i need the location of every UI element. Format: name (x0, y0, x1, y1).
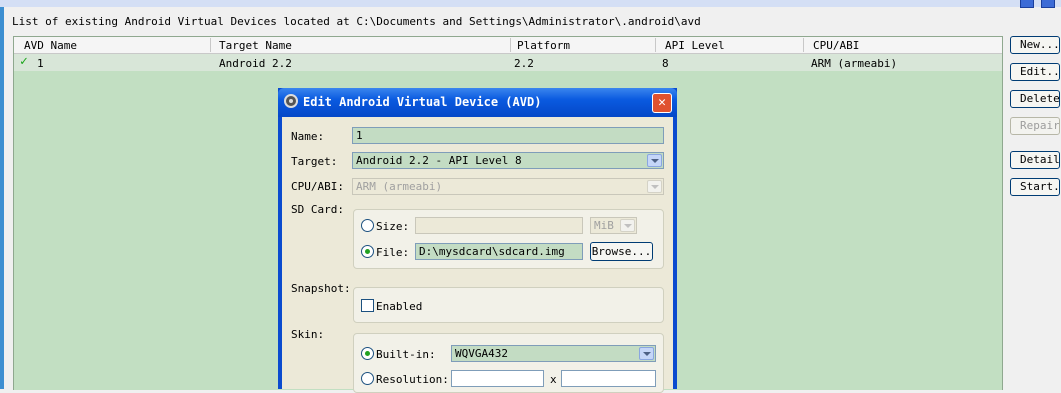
resolution-x-label: x (550, 373, 557, 386)
file-radio[interactable] (361, 245, 374, 258)
target-value: Android 2.2 - API Level 8 (356, 154, 522, 167)
dialog-title: Edit Android Virtual Device (AVD) (303, 95, 542, 109)
size-radio[interactable] (361, 219, 374, 232)
table-header: AVD Name Target Name Platform API Level … (14, 37, 1002, 54)
name-label: Name: (291, 130, 325, 143)
snapshot-enabled-label: Enabled (376, 300, 423, 313)
size-unit-value: MiB (594, 219, 614, 232)
column-header-api-level[interactable]: API Level (665, 39, 725, 52)
cell-api-level: 8 (662, 57, 669, 70)
chevron-down-icon[interactable] (639, 347, 654, 360)
minimize-icon[interactable] (1020, 0, 1034, 8)
snapshot-label: Snapshot: (291, 282, 351, 295)
column-header-target-name[interactable]: Target Name (219, 39, 292, 52)
builtin-skin-dropdown[interactable]: WQVGA432 (451, 345, 656, 362)
column-header-avd-name[interactable]: AVD Name (24, 39, 77, 52)
cell-platform: 2.2 (514, 57, 534, 70)
resolution-radio[interactable] (361, 372, 374, 385)
skin-group: Built-in: WQVGA432 Resolution: x (353, 333, 664, 393)
size-unit-dropdown[interactable]: MiB (590, 217, 637, 234)
gear-icon (284, 94, 298, 108)
cpu-abi-label: CPU/ABI: (291, 180, 344, 193)
sd-card-label: SD Card: (291, 203, 344, 216)
file-path-input[interactable]: D:\mysdcard\sdcard.img (415, 243, 583, 260)
target-label: Target: (291, 155, 338, 168)
snapshot-group: Enabled (353, 287, 664, 323)
builtin-radio[interactable] (361, 347, 374, 360)
title-bar-strip (0, 0, 1061, 8)
snapshot-enabled-checkbox[interactable] (361, 299, 374, 312)
repair-button[interactable]: Repair... (1010, 117, 1060, 135)
edit-avd-dialog: Edit Android Virtual Device (AVD) ✕ Name… (278, 88, 677, 393)
valid-check-icon: ✓ (20, 54, 28, 69)
name-field[interactable]: 1 (352, 127, 664, 144)
file-label: File: (376, 246, 410, 259)
browse-button[interactable]: Browse... (590, 242, 653, 261)
window-border (0, 7, 4, 389)
cpu-abi-dropdown[interactable]: ARM (armeabi) (352, 178, 664, 195)
cpu-abi-value: ARM (armeabi) (356, 180, 443, 193)
chevron-down-icon[interactable] (647, 154, 662, 167)
new-button[interactable]: New... (1010, 36, 1060, 54)
maximize-icon[interactable] (1041, 0, 1055, 8)
cell-avd-name: 1 (37, 57, 44, 70)
size-label: Size: (376, 220, 410, 233)
start-button[interactable]: Start... (1010, 178, 1060, 196)
resolution-label: Resolution: (376, 373, 449, 386)
dialog-body: Name: 1 Target: Android 2.2 - API Level … (282, 117, 673, 393)
size-input[interactable] (415, 217, 583, 234)
table-row[interactable]: ✓ 1 Android 2.2 2.2 8 ARM (armeabi) (14, 54, 1002, 71)
close-icon[interactable]: ✕ (652, 93, 672, 113)
avd-list-heading: List of existing Android Virtual Devices… (12, 15, 701, 28)
builtin-label: Built-in: (376, 348, 436, 361)
sd-card-group: Size: MiB File: D:\mysdcard\sdcard.img B… (353, 209, 664, 269)
chevron-down-icon[interactable] (647, 180, 662, 193)
delete-button[interactable]: Delete... (1010, 90, 1060, 108)
builtin-skin-value: WQVGA432 (455, 347, 508, 360)
edit-button[interactable]: Edit... (1010, 63, 1060, 81)
skin-label: Skin: (291, 328, 325, 341)
column-header-cpu-abi[interactable]: CPU/ABI (813, 39, 859, 52)
chevron-down-icon[interactable] (620, 219, 635, 232)
resolution-width-input[interactable] (451, 370, 544, 387)
cell-cpu-abi: ARM (armeabi) (811, 57, 898, 70)
target-dropdown[interactable]: Android 2.2 - API Level 8 (352, 152, 664, 169)
resolution-height-input[interactable] (561, 370, 656, 387)
column-header-platform[interactable]: Platform (517, 39, 570, 52)
dialog-title-bar[interactable]: Edit Android Virtual Device (AVD) ✕ (278, 88, 677, 117)
cell-target-name: Android 2.2 (219, 57, 292, 70)
details-button[interactable]: Details... (1010, 151, 1060, 169)
